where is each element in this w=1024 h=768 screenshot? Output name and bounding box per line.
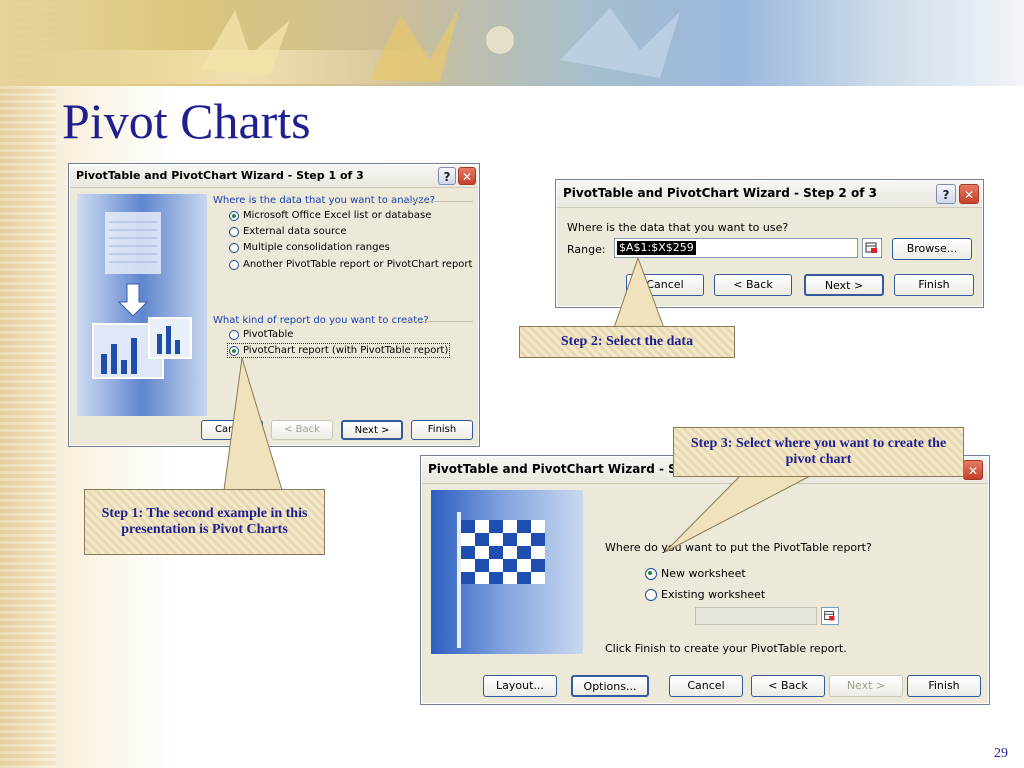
callout-pointers bbox=[223, 256, 811, 553]
callout2-pointer bbox=[613, 256, 665, 329]
callout-step2: Step 2: Select the data bbox=[519, 326, 735, 358]
callout-step3: Step 3: Select where you want to create … bbox=[673, 427, 964, 477]
callout-step3-text: Step 3: Select where you want to create … bbox=[690, 436, 947, 467]
callout-step1-text: Step 1: The second example in this prese… bbox=[101, 506, 308, 537]
callout3-pointer bbox=[664, 475, 811, 553]
callout-step2-text: Step 2: Select the data bbox=[560, 334, 694, 349]
callout-step1: Step 1: The second example in this prese… bbox=[84, 489, 325, 555]
callout1-pointer bbox=[223, 357, 283, 491]
